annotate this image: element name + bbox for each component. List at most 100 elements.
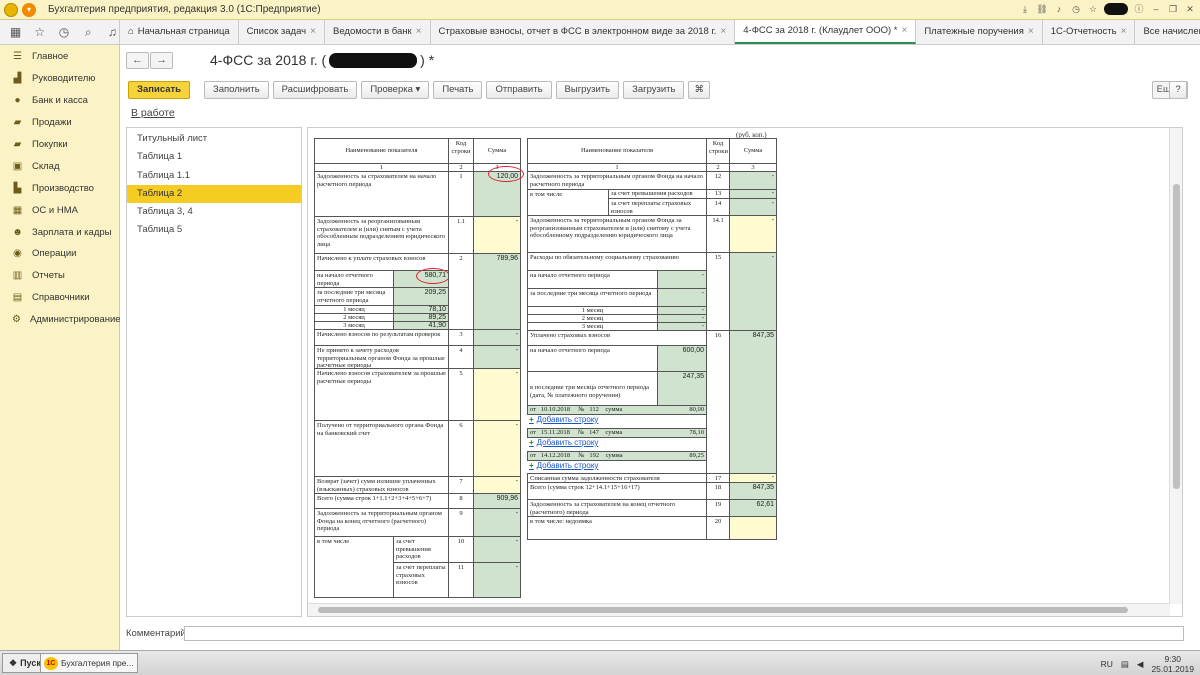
minimize-icon[interactable]: – [1150, 3, 1162, 15]
network-icon[interactable]: ▤ [1121, 659, 1129, 670]
horizontal-scrollbar[interactable] [308, 603, 1170, 616]
sidebar-item-purchases[interactable]: ▰ Покупки [0, 134, 119, 156]
attach-button[interactable]: ⌘ [688, 81, 710, 99]
close-tab-icon[interactable]: × [1028, 20, 1034, 44]
clock[interactable]: 9:30 25.01.2019 [1151, 654, 1194, 674]
close-tab-icon[interactable]: × [902, 19, 908, 43]
payment-sum[interactable]: 89,25 [689, 452, 704, 460]
send-button[interactable]: Отправить [486, 81, 552, 99]
row15-begin-value[interactable]: - [657, 270, 707, 289]
language-indicator[interactable]: RU [1101, 659, 1113, 669]
row9-sum[interactable]: - [473, 508, 521, 537]
row14-1-sum[interactable]: - [729, 215, 777, 253]
decode-button[interactable]: Расшифровать [272, 81, 358, 99]
row7-sum[interactable]: - [473, 476, 521, 494]
payment-number[interactable]: 147 [589, 429, 599, 436]
scroll-thumb[interactable] [1173, 184, 1180, 489]
add-row-link[interactable]: + Добавить строку [529, 461, 598, 470]
forward-button[interactable]: → [150, 52, 173, 69]
row8-sum[interactable]: 909,96 [473, 493, 521, 509]
add-row-link[interactable]: + Добавить строку [529, 438, 598, 447]
sidebar-item-catalogs[interactable]: ▤ Справочники [0, 287, 119, 309]
export-button[interactable]: Выгрузить [555, 81, 620, 99]
taskbar-app-button[interactable]: 1С Бухгалтерия пре... [40, 653, 138, 673]
row16-begin-value[interactable]: 600,00 [657, 345, 707, 372]
payment-sum[interactable]: 78,10 [689, 429, 704, 437]
sidebar-item-main[interactable]: ☰ Главное [0, 46, 119, 68]
section-table-5[interactable]: Таблица 5 [127, 221, 301, 239]
row6-sum[interactable]: - [473, 420, 521, 477]
sidebar-item-bank[interactable]: ● Банк и касса [0, 90, 119, 112]
payment-number[interactable]: 192 [589, 452, 599, 459]
import-button[interactable]: Загрузить [623, 81, 685, 99]
sidebar-item-production[interactable]: ▙ Производство [0, 177, 119, 199]
payment-row-1[interactable]: от 10.10.2018 № 112 сумма 80,00 [527, 405, 707, 415]
sidebar-item-manager[interactable]: ▟ Руководителю [0, 68, 119, 90]
vertical-scrollbar[interactable] [1169, 128, 1182, 604]
section-table-1[interactable]: Таблица 1 [127, 148, 301, 166]
add-row-link[interactable]: + Добавить строку [529, 415, 598, 424]
tab-home[interactable]: ⌂ Начальная страница [120, 20, 239, 44]
row1-1-sum[interactable]: - [473, 216, 521, 254]
row15-sum[interactable]: - [729, 252, 777, 331]
print-button[interactable]: Печать [433, 81, 483, 99]
comment-input[interactable] [184, 626, 1184, 641]
sidebar-item-warehouse[interactable]: ▣ Склад [0, 155, 119, 177]
payment-number[interactable]: 112 [589, 406, 599, 413]
save-button[interactable]: Записать [128, 81, 190, 99]
row4-sum[interactable]: - [473, 345, 521, 369]
sidebar-item-operations[interactable]: ◉ Операции [0, 243, 119, 265]
check-button[interactable]: Проверка ▾ [361, 81, 430, 99]
tab-all-accruals[interactable]: Все начисления× [1135, 20, 1200, 44]
close-tab-icon[interactable]: × [720, 20, 726, 44]
section-table-2[interactable]: Таблица 2 [127, 184, 301, 204]
fill-button[interactable]: Заполнить [204, 81, 269, 99]
sidebar-item-sales[interactable]: ▰ Продажи [0, 112, 119, 134]
bell-icon[interactable]: ♪ [1053, 3, 1065, 15]
status-link[interactable]: В работе [131, 107, 175, 119]
row20-sum[interactable] [729, 516, 777, 540]
history-clock-icon[interactable]: ◷ [57, 25, 70, 39]
row16-last3-value[interactable]: 247,35 [657, 371, 707, 406]
row19-sum[interactable]: 62,61 [729, 499, 777, 517]
help-button[interactable]: ? [1169, 81, 1187, 99]
payment-sum[interactable]: 80,00 [689, 406, 704, 414]
tab-payment-orders[interactable]: Платежные поручения × [916, 20, 1043, 44]
payment-date[interactable]: 10.10.2018 [541, 406, 570, 413]
restore-icon[interactable]: ❐ [1167, 3, 1179, 15]
apps-grid-icon[interactable]: ▦ [9, 25, 22, 39]
row2-sum[interactable]: 789,96 [473, 253, 521, 330]
section-table-1-1[interactable]: Таблица 1.1 [127, 167, 301, 185]
payment-row-3[interactable]: от 14.12.2018 № 192 сумма 89,25 [527, 451, 707, 461]
close-tab-icon[interactable]: × [416, 20, 422, 44]
volume-icon[interactable]: ◀ [1137, 659, 1144, 670]
row14-sum[interactable]: - [729, 198, 777, 216]
sidebar-item-admin[interactable]: ⚙ Администрирование [0, 309, 121, 331]
sidebar-item-salary[interactable]: ☻ Зарплата и кадры [0, 221, 119, 243]
row15-last3-value[interactable]: - [657, 288, 707, 307]
tab-4fss[interactable]: 4-ФСС за 2018 г. (Клаудлет ООО) * × [735, 19, 917, 44]
close-tab-icon[interactable]: × [1121, 20, 1127, 44]
section-title-page[interactable]: Титульный лист [127, 130, 301, 148]
payment-row-2[interactable]: от 15.11.2018 № 147 сумма 78,10 [527, 428, 707, 438]
row16-sum[interactable]: 847,35 [729, 330, 777, 474]
notifications-bell-icon[interactable]: ♫ [106, 25, 119, 39]
section-table-3-4[interactable]: Таблица 3, 4 [127, 203, 301, 221]
row11-sum[interactable]: - [473, 562, 521, 598]
row3-sum[interactable]: - [473, 329, 521, 346]
download-icon[interactable]: ⤓ [1019, 3, 1031, 15]
row5-sum[interactable]: - [473, 368, 521, 421]
user-avatar[interactable] [1104, 3, 1128, 15]
close-icon[interactable]: ✕ [1184, 3, 1196, 15]
history-icon[interactable]: ◷ [1070, 3, 1082, 15]
row12-sum[interactable]: - [729, 171, 777, 190]
sidebar-item-reports[interactable]: ▥ Отчеты [0, 265, 119, 287]
close-tab-icon[interactable]: × [310, 20, 316, 44]
row18-sum[interactable]: 847,35 [729, 482, 777, 500]
back-button[interactable]: ← [126, 52, 149, 69]
scroll-thumb[interactable] [318, 607, 1128, 613]
sidebar-item-assets[interactable]: ▦ ОС и НМА [0, 199, 119, 221]
row10-sum[interactable]: - [473, 536, 521, 563]
star-icon[interactable]: ☆ [1087, 3, 1099, 15]
search-icon[interactable]: ⌕ [82, 25, 95, 40]
